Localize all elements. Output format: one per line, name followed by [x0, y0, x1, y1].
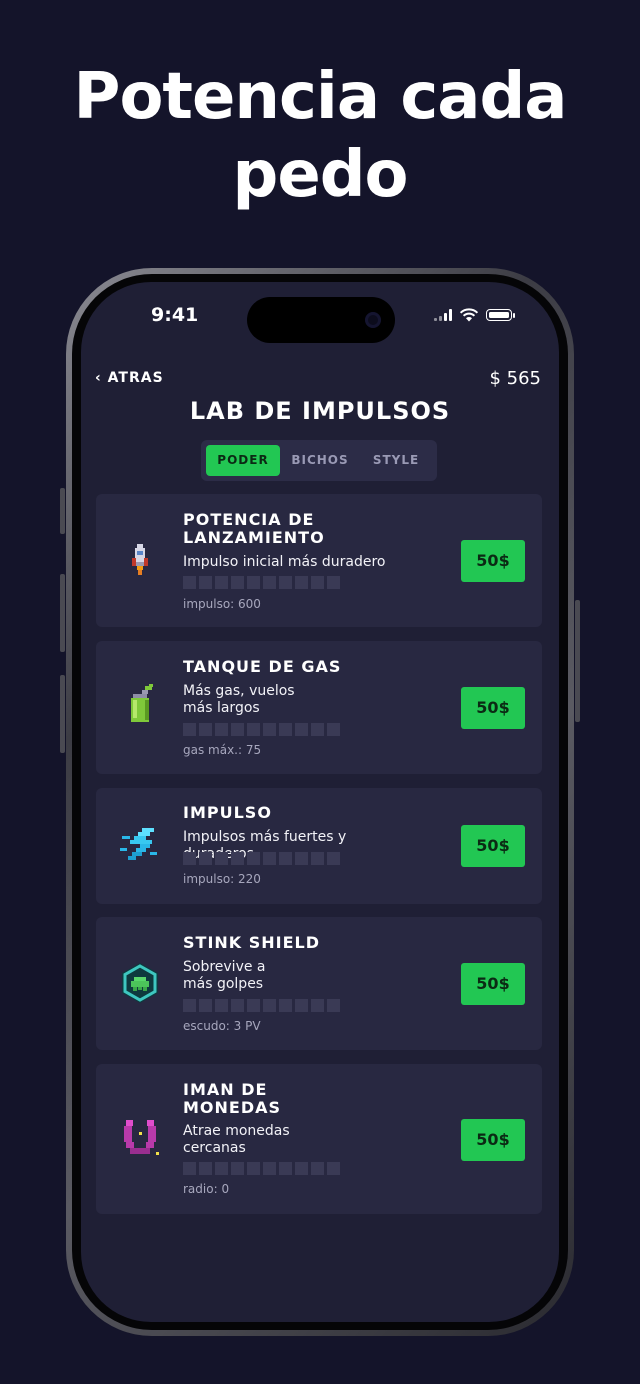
- chevron-left-icon: ‹: [95, 370, 102, 386]
- upgrade-stat: gas máx.: 75: [183, 743, 262, 757]
- side-button-silent: [60, 488, 65, 534]
- money-balance: $ 565: [489, 368, 541, 389]
- wifi-icon: [459, 308, 479, 322]
- side-button-volume-down: [60, 675, 65, 753]
- headline-line-1: Potencia cada: [73, 60, 568, 134]
- upgrade-description: Más gas, vuelos más largos: [183, 683, 295, 716]
- page-title: LAB DE IMPULSOS: [189, 397, 451, 425]
- side-button-volume-up: [60, 574, 65, 652]
- buy-button[interactable]: 50$: [461, 1119, 525, 1161]
- side-button-power: [575, 600, 580, 722]
- upgrade-description: Atrae monedas cercanas: [183, 1123, 290, 1156]
- upgrade-stat: impulso: 600: [183, 597, 261, 611]
- upgrade-name: TANQUE DE GAS: [183, 657, 342, 676]
- headline-line-2: pedo: [232, 138, 409, 212]
- magnet-icon: [124, 1120, 159, 1155]
- tab-style[interactable]: STYLE: [359, 445, 433, 476]
- level-bar: [183, 852, 340, 865]
- status-icons: [434, 308, 515, 322]
- gas-can-icon: [131, 684, 153, 722]
- buy-button[interactable]: 50$: [461, 687, 525, 729]
- upgrade-card-impulso: IMPULSO Impulsos más fuertes y duraderos…: [96, 788, 542, 904]
- buy-button[interactable]: 50$: [461, 825, 525, 867]
- upgrade-name: POTENCIA DE LANZAMIENTO: [183, 510, 325, 547]
- dynamic-island: [247, 297, 395, 343]
- tab-poder[interactable]: PODER: [206, 445, 280, 476]
- upgrade-card-tanque: TANQUE DE GAS Más gas, vuelos más largos …: [96, 641, 542, 774]
- buy-button[interactable]: 50$: [461, 540, 525, 582]
- rocket-icon: [132, 544, 148, 575]
- upgrade-card-iman: IMAN DE MONEDAS Atrae monedas cercanas rad…: [96, 1064, 542, 1214]
- phone-screen: 9:41 ‹ ATRAS $ 565 LAB DE IMPULSOS PODER…: [81, 282, 559, 1322]
- upgrade-name: IMPULSO: [183, 803, 272, 822]
- buy-button[interactable]: 50$: [461, 963, 525, 1005]
- upgrade-name: IMAN DE MONEDAS: [183, 1080, 282, 1117]
- lightning-icon: [120, 828, 157, 860]
- tab-bar: PODER BICHOS STYLE: [201, 440, 437, 481]
- level-bar: [183, 1162, 340, 1175]
- back-label: ATRAS: [107, 370, 164, 386]
- signal-icon: [434, 309, 452, 321]
- upgrade-description: Impulso inicial más duradero: [183, 554, 386, 570]
- battery-icon: [486, 309, 515, 321]
- status-time: 9:41: [151, 304, 199, 326]
- upgrade-stat: radio: 0: [183, 1182, 230, 1196]
- level-bar: [183, 723, 340, 736]
- level-bar: [183, 999, 340, 1012]
- upgrade-name: STINK SHIELD: [183, 933, 321, 952]
- headline: Potencia cada pedo: [0, 58, 640, 214]
- upgrade-description: Sobrevive a más golpes: [183, 959, 266, 992]
- level-bar: [183, 576, 340, 589]
- shield-icon: [122, 963, 158, 1003]
- front-camera-icon: [365, 312, 381, 328]
- tab-bichos[interactable]: BICHOS: [283, 445, 357, 476]
- upgrade-stat: impulso: 220: [183, 872, 261, 886]
- back-button[interactable]: ‹ ATRAS: [95, 370, 164, 386]
- upgrade-stat: escudo: 3 PV: [183, 1019, 261, 1033]
- upgrade-card-potencia: POTENCIA DE LANZAMIENTO Impulso inicial m…: [96, 494, 542, 627]
- upgrade-card-shield: STINK SHIELD Sobrevive a más golpes escud…: [96, 917, 542, 1050]
